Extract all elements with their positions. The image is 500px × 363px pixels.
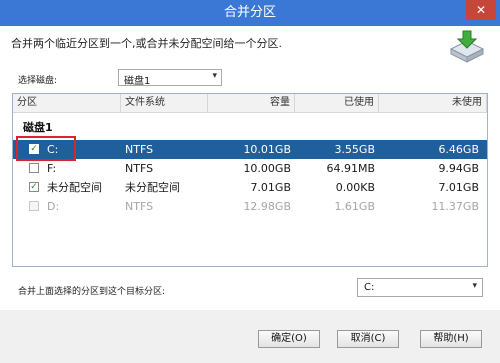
target-partition-value: C: — [364, 282, 375, 293]
partition-used: 64.91MB — [326, 162, 375, 175]
partition-filesystem: NTFS — [125, 200, 154, 213]
disk-select-label: 选择磁盘: — [18, 76, 58, 86]
column-header-used[interactable]: 已使用 — [295, 94, 379, 112]
partition-capacity: 7.01GB — [250, 181, 291, 194]
partition-free: 9.94GB — [438, 162, 479, 175]
partition-capacity: 12.98GB — [243, 200, 291, 213]
partition-used: 0.00KB — [335, 181, 375, 194]
table-row[interactable]: ✓ C: NTFS 10.01GB 3.55GB 6.46GB — [13, 140, 487, 159]
partition-filesystem: NTFS — [125, 143, 154, 156]
chevron-down-icon: ▾ — [212, 71, 217, 81]
partition-table: 分区 文件系统 容量 已使用 未使用 磁盘1 ✓ C: NTFS 10.01GB… — [12, 93, 488, 267]
partition-free: 11.37GB — [431, 200, 479, 213]
merge-disk-icon — [449, 30, 485, 63]
chevron-down-icon: ▾ — [472, 281, 477, 291]
row-checkbox — [29, 201, 39, 211]
partition-capacity: 10.00GB — [243, 162, 291, 175]
partition-filesystem: 未分配空间 — [125, 181, 180, 194]
disk-select-value: 磁盘1 — [124, 76, 151, 87]
row-checkbox[interactable]: ✓ — [29, 182, 39, 192]
target-partition-label: 合并上面选择的分区到这个目标分区: — [18, 287, 166, 297]
close-button[interactable]: ✕ — [466, 0, 496, 20]
target-partition-select[interactable]: C: ▾ — [357, 278, 483, 297]
help-button[interactable]: 帮助(H) — [420, 330, 482, 348]
partition-name: D: — [47, 200, 60, 213]
table-row: D: NTFS 12.98GB 1.61GB 11.37GB — [13, 197, 487, 216]
merge-partition-dialog: 合并分区 ✕ 合并两个临近分区到一个,或合并未分配空间给一个分区. 选择磁盘: … — [0, 0, 500, 363]
partition-name: 未分配空间 — [47, 181, 102, 194]
partition-capacity: 10.01GB — [243, 143, 291, 156]
partition-used: 1.61GB — [334, 200, 375, 213]
table-row[interactable]: ✓ 未分配空间 未分配空间 7.01GB 0.00KB 7.01GB — [13, 178, 487, 197]
table-row[interactable]: F: NTFS 10.00GB 64.91MB 9.94GB — [13, 159, 487, 178]
cancel-button[interactable]: 取消(C) — [337, 330, 399, 348]
partition-filesystem: NTFS — [125, 162, 154, 175]
column-header-partition[interactable]: 分区 — [13, 94, 121, 112]
column-header-capacity[interactable]: 容量 — [208, 94, 295, 112]
partition-free: 6.46GB — [438, 143, 479, 156]
disk-select[interactable]: 磁盘1 ▾ — [118, 69, 222, 87]
disk-group-title: 磁盘1 — [23, 121, 53, 134]
partition-free: 7.01GB — [438, 181, 479, 194]
window-title: 合并分区 — [223, 5, 276, 20]
selection-highlight-box — [16, 136, 76, 161]
partition-used: 3.55GB — [334, 143, 375, 156]
partition-name: F: — [47, 162, 57, 175]
close-icon: ✕ — [475, 3, 487, 17]
column-header-free[interactable]: 未使用 — [379, 94, 487, 112]
ok-button[interactable]: 确定(O) — [258, 330, 320, 348]
table-header: 分区 文件系统 容量 已使用 未使用 — [13, 94, 487, 113]
row-checkbox[interactable] — [29, 163, 39, 173]
column-header-filesystem[interactable]: 文件系统 — [121, 94, 208, 112]
instruction-text: 合并两个临近分区到一个,或合并未分配空间给一个分区. — [11, 37, 282, 50]
